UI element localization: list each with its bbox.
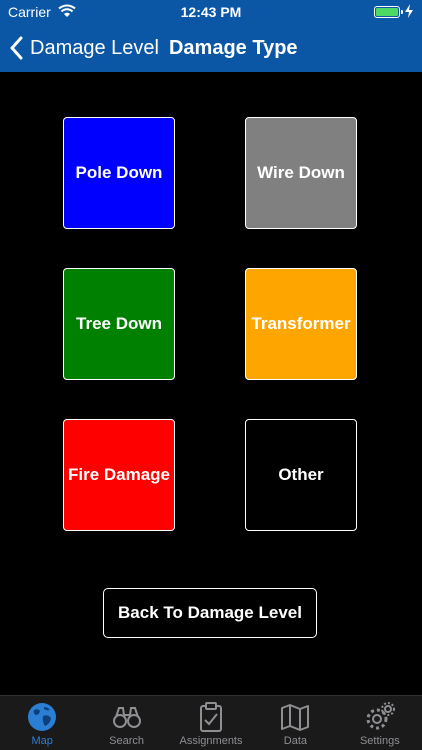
status-bar: Carrier 12:43 PM <box>0 0 422 24</box>
tab-label: Search <box>109 735 145 747</box>
tab-data[interactable]: Data <box>253 696 337 750</box>
status-time: 12:43 PM <box>180 4 242 20</box>
tab-search[interactable]: Search <box>84 696 168 750</box>
battery-icon <box>374 6 403 18</box>
map-icon <box>281 704 310 731</box>
pole-down-button[interactable]: Pole Down <box>63 117 175 229</box>
tab-label: Map <box>31 735 53 747</box>
other-button[interactable]: Other <box>245 419 357 531</box>
clipboard-icon <box>200 702 223 732</box>
binoculars-icon <box>112 707 141 728</box>
tab-assignments[interactable]: Assignments <box>169 696 253 750</box>
transformer-button[interactable]: Transformer <box>245 268 357 380</box>
wire-down-button[interactable]: Wire Down <box>245 117 357 229</box>
navigation-bar: Damage Level Damage Type <box>0 24 422 72</box>
page-title: Damage Type <box>168 36 298 59</box>
back-to-damage-level-link[interactable]: Damage Level <box>0 24 159 72</box>
chevron-left-icon <box>10 36 23 60</box>
tab-map[interactable]: Map <box>0 696 84 750</box>
fire-damage-button[interactable]: Fire Damage <box>63 419 175 531</box>
charging-icon <box>405 4 413 18</box>
tab-label: Data <box>283 735 308 747</box>
tab-settings[interactable]: Settings <box>338 696 422 750</box>
tab-bar: Map Search Assignments Data Settings <box>0 695 422 750</box>
gear-icon <box>366 702 395 730</box>
back-label: Damage Level <box>30 36 159 59</box>
globe-icon <box>28 703 57 731</box>
tab-label: Assignments <box>179 735 243 747</box>
tab-label: Settings <box>359 735 400 747</box>
back-to-damage-level-button[interactable]: Back To Damage Level <box>103 588 317 638</box>
tree-down-button[interactable]: Tree Down <box>63 268 175 380</box>
